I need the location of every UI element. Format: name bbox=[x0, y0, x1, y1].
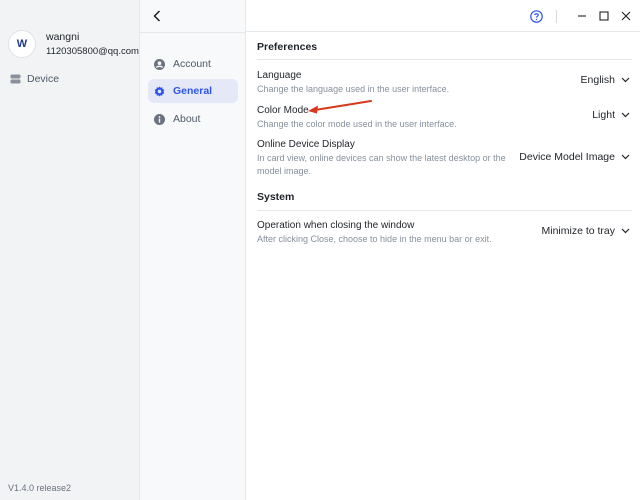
back-button[interactable] bbox=[150, 8, 164, 24]
setting-description: In card view, online devices can show th… bbox=[257, 153, 506, 176]
section-title-system: System bbox=[257, 191, 295, 203]
nav-item-about[interactable]: About bbox=[148, 107, 238, 131]
nav-item-label: Account bbox=[173, 58, 211, 70]
user-email: 1120305800@qq.com bbox=[46, 45, 139, 57]
dropdown-value: English bbox=[580, 74, 615, 86]
nav-item-label: About bbox=[173, 113, 201, 125]
settings-nav: Account General About bbox=[140, 0, 246, 500]
setting-label: Online Device Display bbox=[257, 139, 355, 150]
minimize-button[interactable] bbox=[575, 9, 589, 23]
account-icon bbox=[154, 58, 165, 70]
close-window-dropdown[interactable]: Minimize to tray bbox=[541, 225, 630, 237]
online-device-display-dropdown[interactable]: Device Model Image bbox=[519, 151, 630, 163]
setting-description: After clicking Close, choose to hide in … bbox=[257, 234, 492, 244]
nav-item-label: General bbox=[173, 85, 213, 97]
maximize-button[interactable] bbox=[597, 9, 611, 23]
language-dropdown[interactable]: English bbox=[581, 74, 630, 86]
chevron-down-icon bbox=[621, 112, 630, 118]
user-name: wangni bbox=[46, 30, 80, 43]
dropdown-value: Minimize to tray bbox=[541, 225, 615, 237]
dropdown-value: Device Model Image bbox=[519, 151, 615, 163]
device-icon bbox=[10, 74, 21, 84]
nav-item-account[interactable]: Account bbox=[148, 52, 238, 76]
left-rail: W wangni 1120305800@qq.com Device V1.4.0… bbox=[0, 0, 140, 500]
info-icon bbox=[154, 113, 165, 125]
close-icon bbox=[621, 11, 631, 21]
chevron-down-icon bbox=[621, 77, 630, 83]
version-label: V1.4.0 release2 bbox=[8, 483, 72, 493]
maximize-icon bbox=[599, 11, 609, 21]
section-divider bbox=[257, 59, 632, 60]
chevron-down-icon bbox=[621, 228, 630, 234]
title-bar-divider bbox=[140, 32, 246, 33]
nav-item-general[interactable]: General bbox=[148, 79, 238, 103]
section-divider bbox=[257, 210, 632, 211]
setting-language: Language Change the language used in the… bbox=[257, 69, 630, 96]
section-title-preferences: Preferences bbox=[257, 41, 318, 53]
minimize-icon bbox=[578, 15, 586, 17]
rail-item-device[interactable]: Device bbox=[10, 73, 59, 85]
setting-label: Language bbox=[257, 70, 302, 81]
help-button[interactable] bbox=[529, 9, 543, 23]
setting-close-window: Operation when closing the window After … bbox=[257, 219, 630, 246]
color-mode-dropdown[interactable]: Light bbox=[592, 109, 630, 121]
title-bar-separator bbox=[556, 10, 557, 23]
annotation-arrow-icon bbox=[308, 100, 372, 114]
chevron-left-icon bbox=[153, 10, 161, 22]
dropdown-value: Light bbox=[592, 109, 615, 121]
help-icon bbox=[529, 9, 543, 23]
setting-online-device-display: Online Device Display In card view, onli… bbox=[257, 138, 630, 178]
rail-item-device-label: Device bbox=[27, 73, 60, 85]
user-profile[interactable]: W wangni 1120305800@qq.com bbox=[8, 30, 139, 58]
avatar[interactable]: W bbox=[8, 30, 36, 58]
setting-description: Change the color mode used in the user i… bbox=[257, 119, 457, 129]
setting-description: Change the language used in the user int… bbox=[257, 84, 450, 94]
chevron-down-icon bbox=[621, 154, 630, 160]
gear-icon bbox=[154, 86, 165, 97]
close-button[interactable] bbox=[619, 9, 633, 23]
